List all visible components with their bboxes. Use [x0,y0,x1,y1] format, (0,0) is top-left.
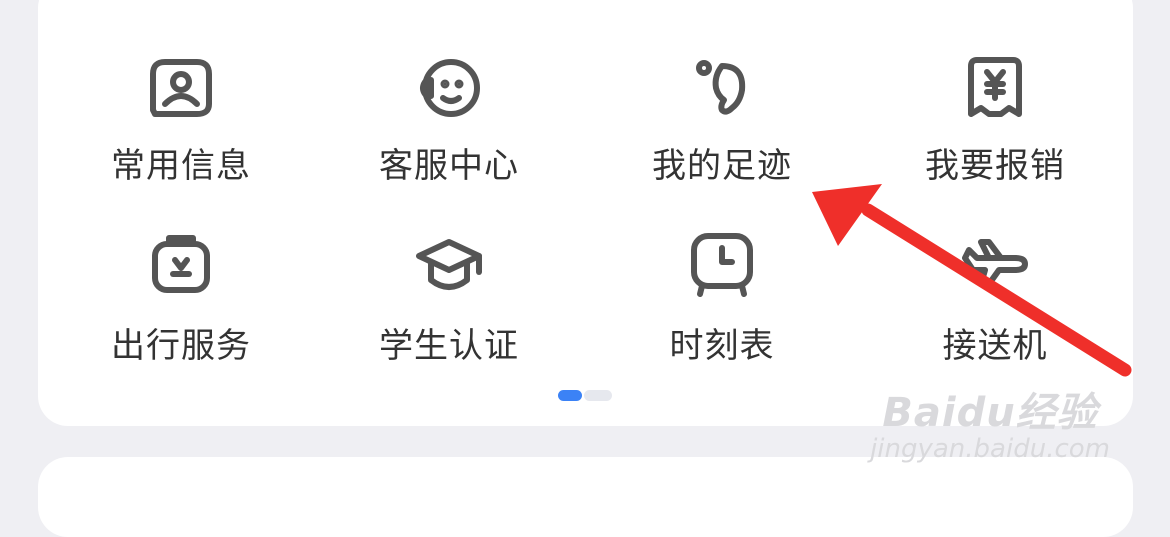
travel-bag-icon [145,228,217,300]
grid-item-student-verify[interactable]: 学生认证 [349,0,549,366]
grid-item-label: 接送机 [942,326,1048,366]
grid-item-airport-transfer[interactable]: 接送机 [895,0,1095,366]
grid-item-timetable[interactable]: 时刻表 [622,0,822,366]
grid-item-label: 出行服务 [111,326,251,366]
airplane-icon [959,228,1031,300]
next-card [38,457,1133,537]
page-indicator [558,390,612,401]
page-dot-inactive [584,390,612,401]
grid-item-label: 学生认证 [379,326,519,366]
grid-item-travel-service[interactable]: 出行服务 [81,0,281,366]
services-grid: 常用信息 客服中心 我的足迹 我要报销 出行服务 学生认证 时刻表 接送机 [38,0,1133,380]
page-dot-active [558,390,582,401]
clock-icon [686,228,758,300]
grid-item-label: 时刻表 [669,326,775,366]
graduation-cap-icon [413,228,485,300]
